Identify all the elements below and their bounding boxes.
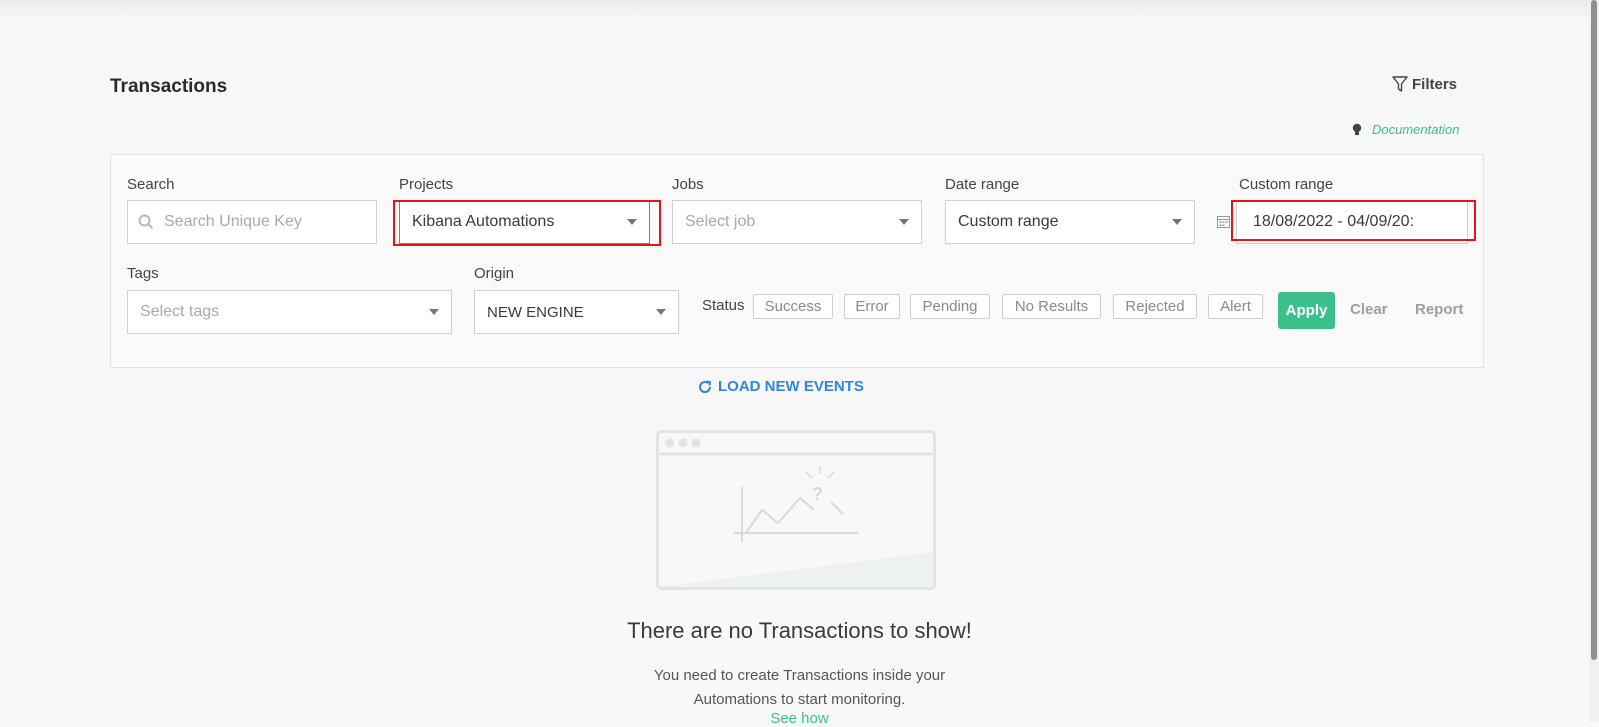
documentation-link[interactable]: Documentation [1352,122,1459,137]
svg-text:?: ? [812,484,823,504]
filter-icon [1392,76,1408,92]
filters-label: Filters [1412,76,1458,93]
search-input[interactable]: Search Unique Key [127,200,377,244]
projects-label: Projects [399,176,454,193]
scrollbar-thumb[interactable] [1591,0,1597,660]
tags-placeholder: Select tags [140,303,220,320]
chevron-down-icon [1172,219,1182,225]
origin-value: NEW ENGINE [487,303,584,321]
status-chip-alert[interactable]: Alert [1208,294,1263,319]
search-placeholder: Search Unique Key [164,213,302,230]
jobs-placeholder: Select job [685,213,756,230]
status-chip-error[interactable]: Error [844,294,900,319]
top-shadow [0,0,1599,22]
chevron-down-icon [899,219,909,225]
status-chip-pending[interactable]: Pending [910,294,990,319]
page-title: Transactions [110,76,228,97]
clear-button[interactable]: Clear [1350,301,1388,318]
empty-state-description: You need to create Transactions inside y… [0,664,1599,712]
jobs-label: Jobs [672,176,704,193]
documentation-label: Documentation [1372,122,1460,137]
search-icon [138,214,154,230]
lightbulb-icon [1352,123,1362,135]
empty-chart-illustration: ? [656,430,936,590]
empty-state-title: There are no Transactions to show! [627,618,972,643]
jobs-select[interactable]: Select job [672,200,922,244]
empty-state-line-1: You need to create Transactions inside y… [653,667,946,684]
tags-select[interactable]: Select tags [127,290,452,334]
chevron-down-icon [429,309,439,315]
chevron-down-icon [656,309,666,315]
status-chip-rejected[interactable]: Rejected [1113,294,1197,319]
scrollbar[interactable] [1589,0,1599,721]
report-button[interactable]: Report [1415,301,1463,318]
custom-range-label: Custom range [1239,176,1334,193]
origin-select[interactable]: NEW ENGINE [474,290,679,334]
refresh-icon [699,380,712,393]
projects-highlight [393,200,661,246]
status-chip-success[interactable]: Success [753,294,833,319]
origin-label: Origin [474,265,515,282]
custom-range-highlight [1231,200,1476,241]
apply-button[interactable]: Apply [1278,292,1335,329]
see-how-link[interactable]: See how [0,710,1599,727]
filters-button[interactable]: Filters [1392,76,1457,93]
date-range-select[interactable]: Custom range [945,200,1195,244]
tags-label: Tags [127,265,159,282]
status-chip-no-results[interactable]: No Results [1002,294,1101,319]
date-range-label: Date range [945,176,1020,193]
load-new-events-label: LOAD NEW EVENTS [718,378,864,395]
search-label: Search [127,176,175,193]
status-label: Status [702,297,745,314]
empty-state-line-2: Automations to start monitoring. [693,691,906,708]
calendar-icon [1217,216,1230,228]
date-range-value: Custom range [958,213,1059,230]
load-new-events-button[interactable]: LOAD NEW EVENTS [697,378,864,395]
